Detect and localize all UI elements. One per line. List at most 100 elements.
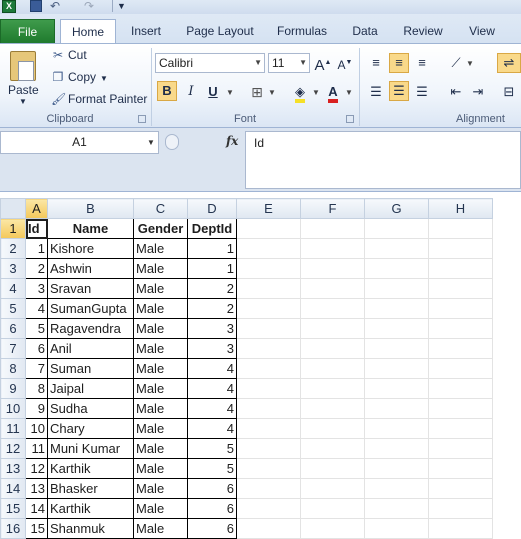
cell-id[interactable]: 14 — [25, 498, 48, 519]
row-header[interactable]: 5 — [0, 298, 26, 319]
row-header[interactable]: 10 — [0, 398, 26, 419]
cell-name[interactable]: Jaipal — [47, 378, 134, 399]
cell-name[interactable]: Bhasker — [47, 478, 134, 499]
empty-cell[interactable] — [364, 238, 429, 259]
empty-cell[interactable] — [300, 258, 365, 279]
bold-button[interactable]: B — [157, 81, 177, 101]
tab-view[interactable]: View — [462, 19, 502, 43]
cell-gender[interactable]: Male — [133, 378, 188, 399]
empty-cell[interactable] — [300, 478, 365, 499]
empty-cell[interactable] — [364, 438, 429, 459]
empty-cell[interactable] — [300, 278, 365, 299]
cell-deptid[interactable]: 1 — [187, 238, 237, 259]
empty-cell[interactable] — [428, 478, 493, 499]
empty-cell[interactable] — [364, 458, 429, 479]
cell-name[interactable]: Chary — [47, 418, 134, 439]
cell-gender[interactable]: Male — [133, 518, 188, 539]
cell-deptid[interactable]: 6 — [187, 498, 237, 519]
empty-cell[interactable] — [300, 238, 365, 259]
fill-color-icon[interactable]: ◈ — [290, 82, 310, 103]
cell-gender[interactable]: Male — [133, 278, 188, 299]
empty-cell[interactable] — [236, 218, 301, 239]
name-box-dropdown-icon[interactable]: ▼ — [147, 138, 155, 147]
cell-gender[interactable]: Male — [133, 498, 188, 519]
cell-d1[interactable]: DeptId — [187, 218, 237, 239]
cell-id[interactable]: 6 — [25, 338, 48, 359]
align-bottom-icon[interactable]: ≡ — [412, 53, 432, 73]
empty-cell[interactable] — [236, 438, 301, 459]
row-header[interactable]: 9 — [0, 378, 26, 399]
font-color-dropdown-icon[interactable]: ▼ — [345, 88, 353, 97]
tab-formulas[interactable]: Formulas — [272, 19, 332, 43]
row-header[interactable]: 4 — [0, 278, 26, 299]
paste-dropdown-icon[interactable]: ▼ — [19, 97, 27, 106]
empty-cell[interactable] — [364, 518, 429, 539]
column-header-a[interactable]: A — [25, 198, 48, 219]
empty-cell[interactable] — [300, 318, 365, 339]
empty-cell[interactable] — [428, 498, 493, 519]
empty-cell[interactable] — [236, 278, 301, 299]
cell-gender[interactable]: Male — [133, 418, 188, 439]
align-top-icon[interactable]: ≡ — [366, 53, 386, 73]
cell-name[interactable]: Sravan — [47, 278, 134, 299]
align-left-icon[interactable]: ☰ — [366, 82, 386, 102]
align-right-icon[interactable]: ☰ — [412, 82, 432, 102]
clipboard-launcher-icon[interactable] — [138, 115, 146, 123]
row-header[interactable]: 1 — [0, 218, 26, 239]
tab-page-layout[interactable]: Page Layout — [182, 19, 258, 43]
font-color-icon[interactable]: A — [323, 82, 343, 103]
row-header[interactable]: 12 — [0, 438, 26, 459]
formula-bar-grip-icon[interactable] — [165, 134, 179, 150]
orientation-dropdown-icon[interactable]: ▼ — [466, 59, 474, 68]
borders-dropdown-icon[interactable]: ▼ — [268, 88, 276, 97]
column-header-b[interactable]: B — [47, 198, 134, 219]
empty-cell[interactable] — [364, 218, 429, 239]
empty-cell[interactable] — [300, 458, 365, 479]
cell-deptid[interactable]: 4 — [187, 398, 237, 419]
font-name-select[interactable]: Calibri ▼ — [155, 53, 265, 73]
cell-gender[interactable]: Male — [133, 398, 188, 419]
shrink-font-button[interactable]: A▼ — [335, 53, 355, 73]
cell-deptid[interactable]: 4 — [187, 418, 237, 439]
row-header[interactable]: 7 — [0, 338, 26, 359]
cell-name[interactable]: Karthik — [47, 498, 134, 519]
cell-id[interactable]: 4 — [25, 298, 48, 319]
cell-id[interactable]: 1 — [25, 238, 48, 259]
font-size-select[interactable]: 11 ▼ — [268, 53, 310, 73]
empty-cell[interactable] — [300, 218, 365, 239]
cell-b1[interactable]: Name — [47, 218, 134, 239]
empty-cell[interactable] — [364, 378, 429, 399]
cell-gender[interactable]: Male — [133, 458, 188, 479]
cell-id[interactable]: 10 — [25, 418, 48, 439]
tab-review[interactable]: Review — [398, 19, 448, 43]
row-header[interactable]: 6 — [0, 318, 26, 339]
cell-a1[interactable]: Id — [25, 218, 48, 239]
paste-icon[interactable] — [10, 51, 36, 81]
cell-deptid[interactable]: 6 — [187, 478, 237, 499]
cell-id[interactable]: 15 — [25, 518, 48, 539]
empty-cell[interactable] — [300, 358, 365, 379]
fill-color-dropdown-icon[interactable]: ▼ — [312, 88, 320, 97]
cell-gender[interactable]: Male — [133, 338, 188, 359]
cell-gender[interactable]: Male — [133, 438, 188, 459]
cell-name[interactable]: SumanGupta — [47, 298, 134, 319]
cell-deptid[interactable]: 3 — [187, 338, 237, 359]
column-header-c[interactable]: C — [133, 198, 188, 219]
cell-name[interactable]: Sudha — [47, 398, 134, 419]
align-middle-icon[interactable]: ≡ — [389, 53, 409, 73]
underline-dropdown-icon[interactable]: ▼ — [226, 88, 234, 97]
row-header[interactable]: 8 — [0, 358, 26, 379]
cell-id[interactable]: 8 — [25, 378, 48, 399]
empty-cell[interactable] — [428, 318, 493, 339]
empty-cell[interactable] — [300, 298, 365, 319]
cell-gender[interactable]: Male — [133, 358, 188, 379]
paste-button[interactable]: Paste — [8, 83, 39, 97]
cell-id[interactable]: 3 — [25, 278, 48, 299]
cell-c1[interactable]: Gender — [133, 218, 188, 239]
empty-cell[interactable] — [236, 338, 301, 359]
italic-button[interactable]: I — [181, 82, 201, 102]
underline-button[interactable]: U — [203, 82, 223, 102]
row-header[interactable]: 14 — [0, 478, 26, 499]
empty-cell[interactable] — [364, 298, 429, 319]
cell-deptid[interactable]: 5 — [187, 458, 237, 479]
